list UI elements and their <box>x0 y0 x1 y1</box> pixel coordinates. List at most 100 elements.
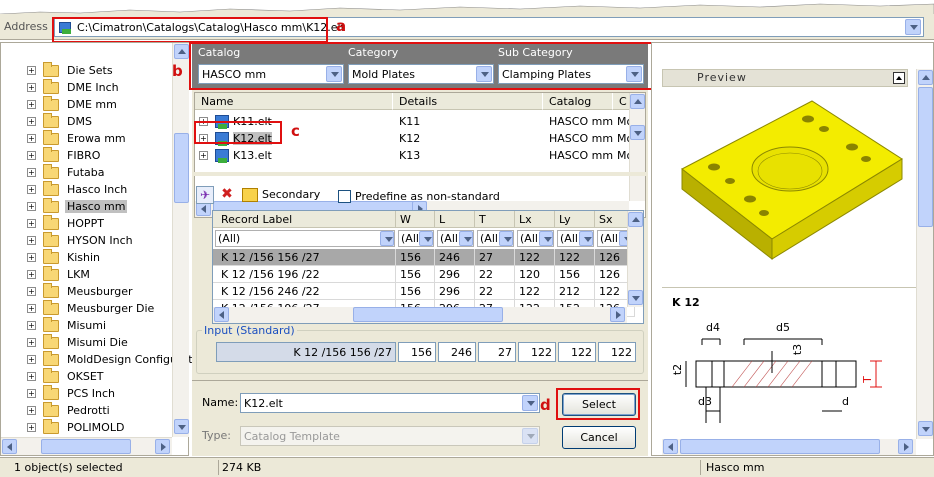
grid-cell[interactable]: 122 <box>515 249 555 266</box>
secondary-button[interactable]: Secondary <box>262 188 320 201</box>
expand-icon[interactable]: + <box>27 338 36 347</box>
grid-cell[interactable]: 122 <box>555 249 595 266</box>
predefine-checkbox[interactable] <box>338 190 351 203</box>
tree-item[interactable]: + Meusburger <box>27 282 135 300</box>
hscroll-thumb[interactable] <box>41 439 131 454</box>
expand-icon[interactable]: + <box>27 219 36 228</box>
expand-icon[interactable]: + <box>27 372 36 381</box>
scroll-right-icon[interactable] <box>610 307 625 322</box>
filter-tool-icon[interactable]: ✈ <box>196 186 214 204</box>
record-grid-hscroll[interactable] <box>213 307 627 323</box>
scroll-thumb[interactable] <box>918 87 933 227</box>
expand-icon[interactable]: + <box>27 253 36 262</box>
scroll-right-icon[interactable] <box>155 439 170 454</box>
tree-item[interactable]: + HOPPT <box>27 214 106 232</box>
scroll-up-icon[interactable] <box>628 212 643 227</box>
scroll-right-icon[interactable] <box>898 439 913 454</box>
expand-icon[interactable]: + <box>27 236 36 245</box>
grid-cell[interactable]: 27 <box>475 249 515 266</box>
scroll-thumb[interactable] <box>174 133 189 203</box>
expand-icon[interactable]: + <box>27 287 36 296</box>
col-catalog[interactable]: Catalog <box>543 93 613 110</box>
scroll-down-icon[interactable] <box>918 421 933 436</box>
scroll-left-icon[interactable] <box>663 439 678 454</box>
chevron-down-icon[interactable] <box>522 395 538 411</box>
chevron-down-icon[interactable] <box>579 231 593 246</box>
grid-cell[interactable]: 212 <box>555 283 595 300</box>
tree-item[interactable]: + DMS <box>27 112 94 130</box>
tree-item[interactable]: + Misumi Die <box>27 333 130 351</box>
tree-item[interactable]: + DME Inch <box>27 78 121 96</box>
file-row[interactable]: + K13.elt <box>199 147 389 163</box>
tree-item[interactable]: + DME mm <box>27 95 119 113</box>
tree-item[interactable]: + Hasco Inch <box>27 180 129 198</box>
scroll-left-icon[interactable] <box>2 439 17 454</box>
record-grid-vscroll[interactable] <box>627 211 643 307</box>
tree-horizontal-scrollbar[interactable] <box>1 437 172 455</box>
expand-icon[interactable]: + <box>27 304 36 313</box>
expand-icon[interactable]: + <box>27 134 36 143</box>
input-standard-field[interactable]: 27 <box>478 342 516 362</box>
tree-item[interactable]: + MoldDesign Configurat <box>27 350 195 368</box>
grid-cell[interactable]: K 12 /156 156 /27 <box>213 249 396 266</box>
grid-cell[interactable]: K 12 /156 196 /22 <box>213 266 396 283</box>
grid-col-header[interactable]: W <box>396 211 435 228</box>
expand-icon[interactable]: + <box>27 202 36 211</box>
grid-cell[interactable]: 22 <box>475 283 515 300</box>
scroll-left-icon[interactable] <box>214 307 229 322</box>
grid-col-header[interactable]: Lx <box>515 211 555 228</box>
input-standard-field[interactable]: 246 <box>438 342 476 362</box>
chevron-down-icon[interactable] <box>499 231 513 246</box>
preview-hscroll[interactable] <box>662 439 916 455</box>
expand-icon[interactable]: + <box>27 321 36 330</box>
grid-col-header[interactable]: L <box>435 211 475 228</box>
expand-icon[interactable]: + <box>27 117 36 126</box>
input-standard-field[interactable]: 156 <box>398 342 436 362</box>
grid-filter[interactable]: (All <box>437 230 474 247</box>
grid-col-header[interactable]: Ly <box>555 211 595 228</box>
tree-item[interactable]: + Die Sets <box>27 61 115 79</box>
chevron-down-icon[interactable] <box>419 231 433 246</box>
scroll-up-icon[interactable] <box>630 94 645 109</box>
chevron-down-icon[interactable] <box>380 231 394 246</box>
grid-cell[interactable]: 156 <box>396 266 435 283</box>
grid-filter[interactable]: (All <box>477 230 514 247</box>
input-standard-field[interactable]: 122 <box>598 342 636 362</box>
grid-filter[interactable]: (All) <box>215 230 395 247</box>
expand-icon[interactable]: + <box>27 423 36 432</box>
grid-cell[interactable]: 22 <box>475 266 515 283</box>
expand-icon[interactable]: + <box>199 150 208 160</box>
tree-item[interactable]: + Misumi <box>27 316 108 334</box>
scroll-up-icon[interactable] <box>918 70 933 85</box>
expand-icon[interactable]: + <box>27 151 36 160</box>
grid-cell[interactable]: 246 <box>435 249 475 266</box>
tree-item[interactable]: + LKM <box>27 265 92 283</box>
input-standard-field[interactable]: K 12 /156 156 /27 <box>216 342 396 362</box>
tree-item[interactable]: + Meusburger Die <box>27 299 156 317</box>
grid-col-header[interactable]: Record Label <box>213 211 396 228</box>
expand-icon[interactable]: + <box>27 168 36 177</box>
tree-item[interactable]: + HYSON Inch <box>27 231 135 249</box>
tree-item[interactable]: + POLIMOLD <box>27 418 126 436</box>
tree-item[interactable]: + OKSET <box>27 367 106 385</box>
grid-cell[interactable]: 156 <box>396 283 435 300</box>
expand-icon[interactable]: + <box>27 83 36 92</box>
expand-icon[interactable]: + <box>27 270 36 279</box>
tree-item[interactable]: + Hasco mm <box>27 197 128 215</box>
input-standard-field[interactable]: 122 <box>558 342 596 362</box>
name-field[interactable]: K12.elt <box>240 393 540 413</box>
grid-col-header[interactable]: T <box>475 211 515 228</box>
catalog-tree[interactable]: + Die Sets + DME Inch + DME mm + DMS + Erowa mm + F… <box>0 42 193 456</box>
grid-cell[interactable]: 122 <box>515 283 555 300</box>
grid-filter[interactable]: (All <box>517 230 554 247</box>
tree-item[interactable]: + Erowa mm <box>27 129 128 147</box>
grid-cell[interactable]: 156 <box>396 249 435 266</box>
clear-filter-icon[interactable]: ✖ <box>218 186 236 204</box>
tree-item[interactable]: + Futaba <box>27 163 106 181</box>
grid-cell[interactable]: 120 <box>515 266 555 283</box>
collapse-icon[interactable] <box>893 72 905 84</box>
chevron-down-icon[interactable] <box>539 231 553 246</box>
tree-item[interactable]: + Pedrotti <box>27 401 112 419</box>
record-grid[interactable]: Record Label (All) W (All L (All T (All Lx (All Ly… <box>212 210 644 324</box>
hscroll-thumb[interactable] <box>353 307 503 322</box>
